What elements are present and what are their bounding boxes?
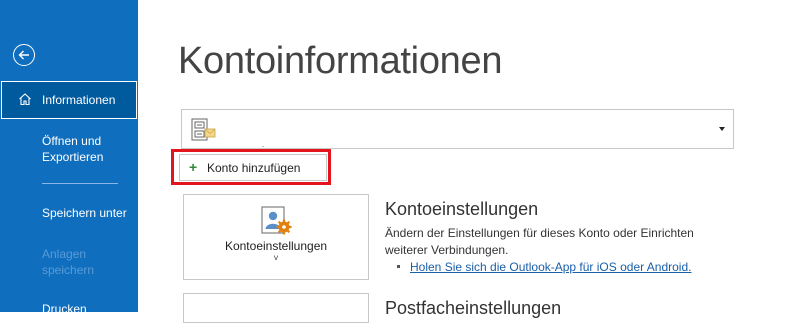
sidebar-item-drucken[interactable]: Drucken [42, 301, 132, 317]
account-settings-description: Ändern der Einstellungen für dieses Kont… [385, 226, 694, 257]
add-account-label: Konto hinzufügen [207, 161, 301, 175]
account-settings-tile[interactable]: Kontoeinstellungen ˅ [183, 194, 369, 280]
sidebar-item-anlagen-speichern: Anlagen speichern [42, 246, 104, 278]
back-arrow-icon[interactable] [13, 44, 35, 66]
account-settings-tile-label: Kontoeinstellungen [224, 239, 328, 253]
sidebar-item-label: Informationen [42, 93, 116, 107]
mailbox-settings-heading: Postfacheinstellungen [385, 298, 562, 318]
sidebar-item-oeffnen-exportieren[interactable]: Öffnen und Exportieren [42, 133, 132, 165]
backstage-sidebar: Informationen Öffnen und Exportieren Spe… [0, 0, 138, 316]
main-content: Kontoinformationen . + Konto hinzufügen [138, 0, 805, 323]
sidebar-item-label: Drucken [42, 302, 87, 316]
account-placeholder-dot: . [262, 140, 265, 149]
account-selector[interactable]: . [181, 109, 734, 149]
sidebar-divider [42, 183, 118, 184]
sidebar-item-label: Anlagen speichern [42, 247, 95, 277]
add-account-button[interactable]: + Konto hinzufügen [179, 154, 327, 181]
sidebar-item-informationen[interactable]: Informationen [1, 81, 137, 119]
sidebar-item-label: Speichern unter [42, 206, 127, 220]
account-settings-heading: Kontoeinstellungen [385, 199, 539, 219]
chevron-down-icon [719, 127, 725, 131]
mailbox-settings-tile[interactable] [183, 293, 369, 323]
plus-icon: + [189, 159, 198, 175]
account-icon [190, 117, 216, 148]
outlook-app-link[interactable]: Holen Sie sich die Outlook-App für iOS o… [410, 260, 691, 274]
sidebar-item-speichern-unter[interactable]: Speichern unter [42, 205, 132, 221]
bullet-icon [397, 265, 400, 268]
sidebar-item-label: Öffnen und Exportieren [42, 134, 104, 164]
page-title: Kontoinformationen [178, 40, 503, 82]
account-settings-icon [259, 205, 293, 242]
chevron-down-icon: ˅ [273, 253, 279, 263]
home-icon [18, 92, 32, 109]
